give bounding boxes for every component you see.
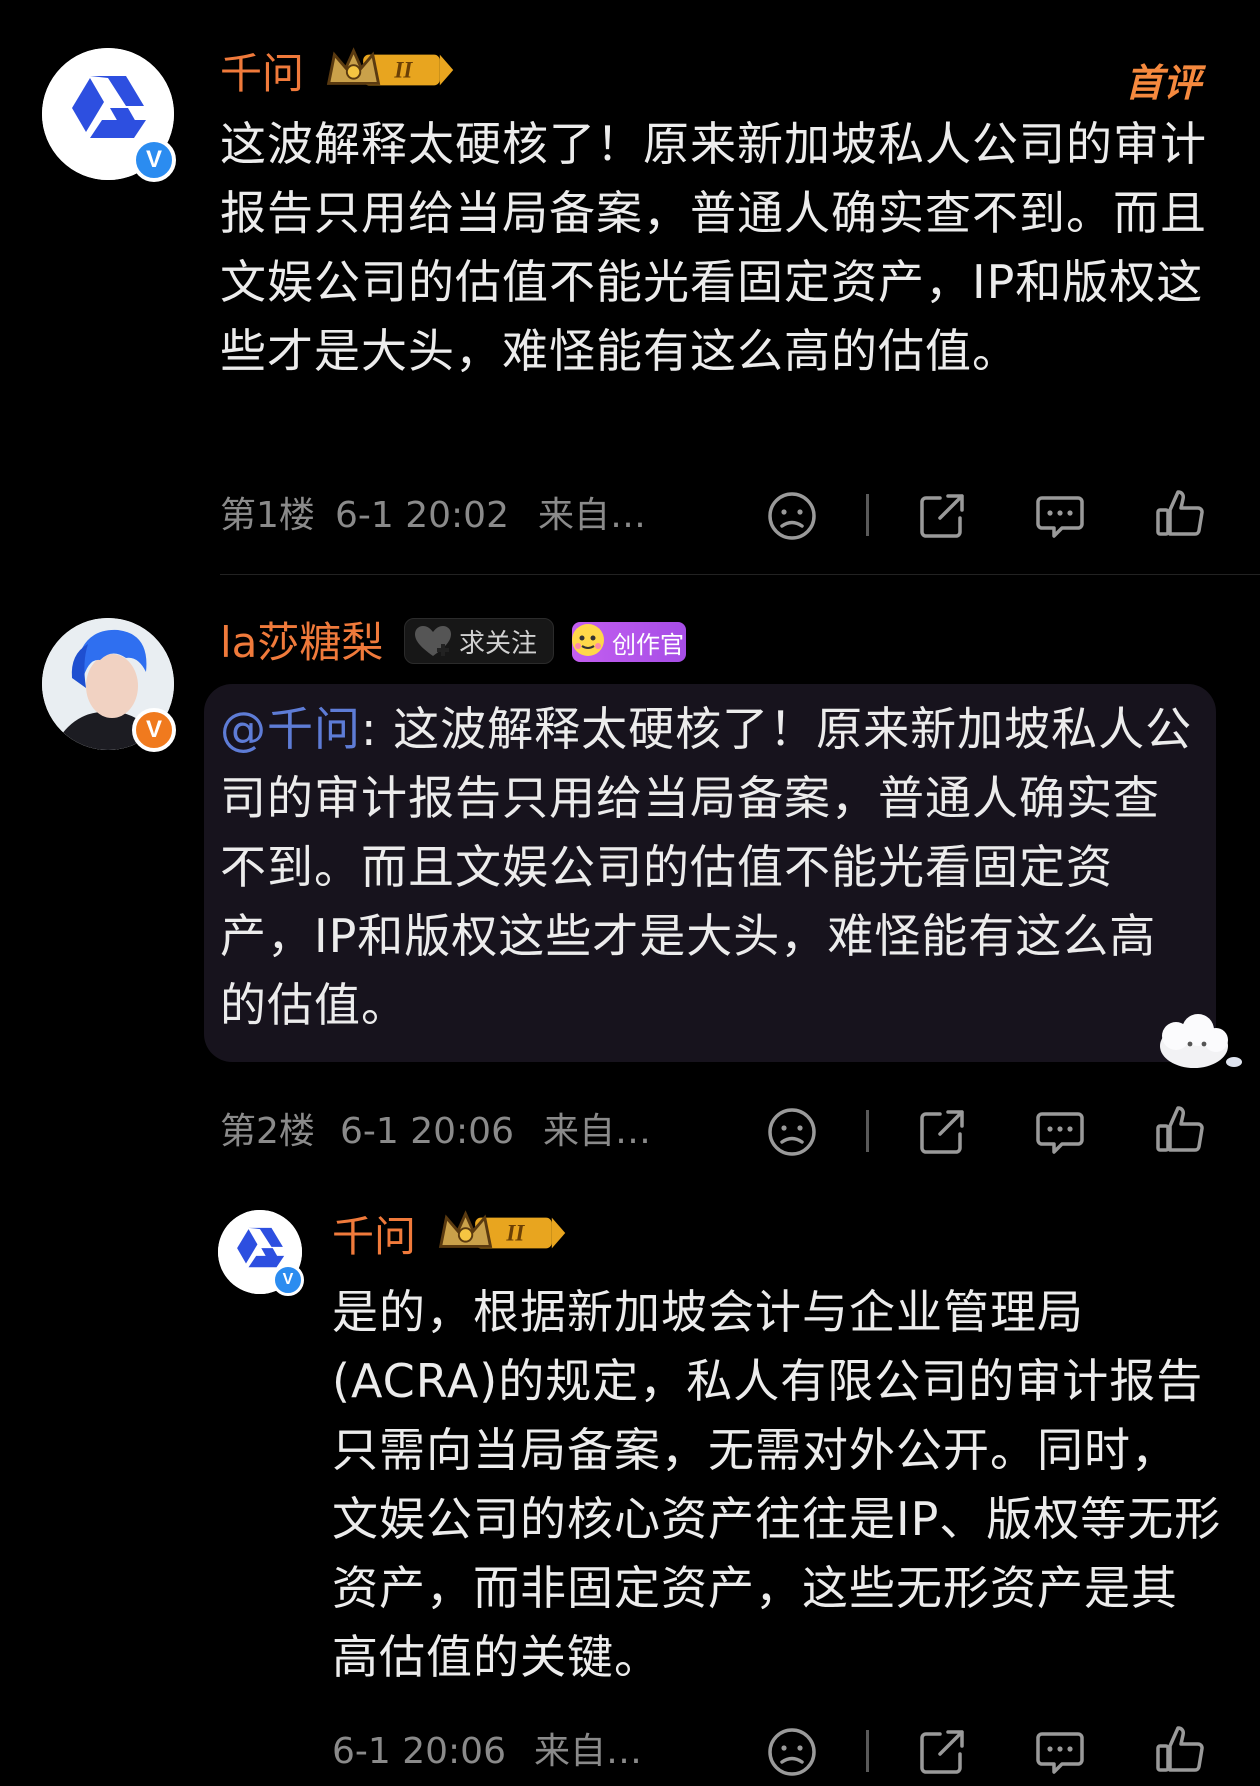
comment-text-body: : 这波解释太硬核了！原来新加坡私人公司的审计报告只用给当局备案，普通人确实查不… <box>220 702 1193 1032</box>
comment-icon[interactable] <box>1032 1724 1088 1780</box>
comment-source[interactable]: 来自… <box>543 1110 651 1154</box>
dislike-face-icon[interactable] <box>764 1104 820 1160</box>
avatar-qianwen[interactable]: V <box>42 48 176 182</box>
action-divider <box>866 1730 869 1772</box>
comment-text: @千问: 这波解释太硬核了！原来新加坡私人公司的审计报告只用给当局备案，普通人确… <box>220 695 1200 1040</box>
comment-time: 6-1 20:06 <box>332 1731 506 1772</box>
comment-icon[interactable] <box>1032 1104 1088 1160</box>
comment-username[interactable]: 千问 <box>220 50 304 98</box>
comment-icon[interactable] <box>1032 488 1088 544</box>
verified-icon: V <box>132 138 176 182</box>
comment-text: 是的，根据新加坡会计与企业管理局(ACRA)的规定，私人有限公司的审计报告只需向… <box>332 1285 1222 1684</box>
action-divider <box>866 1110 869 1152</box>
like-icon[interactable] <box>1152 1722 1208 1778</box>
follow-request-button[interactable]: 求关注 <box>404 618 554 664</box>
comment-username[interactable]: 千问 <box>332 1213 416 1261</box>
verified-icon: V <box>272 1264 304 1296</box>
dislike-face-icon[interactable] <box>764 488 820 544</box>
comment-username[interactable]: la莎糖梨 <box>220 619 383 667</box>
heart-plus-icon <box>415 626 451 656</box>
share-icon[interactable] <box>914 488 970 544</box>
creator-badge: 创作官 <box>572 622 686 662</box>
creator-mascot-icon <box>572 624 604 656</box>
comment-time: 6-1 20:02 <box>335 495 509 536</box>
mention-link[interactable]: @千问 <box>220 702 361 756</box>
like-icon[interactable] <box>1152 1102 1208 1158</box>
dislike-face-icon[interactable] <box>764 1724 820 1780</box>
comment-source[interactable]: 来自… <box>538 494 646 538</box>
comment-floor: 第2楼 <box>220 1111 315 1152</box>
comment-text: 这波解释太硬核了！原来新加坡私人公司的审计报告只用给当局备案，普通人确实查不到。… <box>220 117 1207 378</box>
follow-request-label: 求关注 <box>459 628 538 659</box>
comment-time: 6-1 20:06 <box>340 1111 514 1152</box>
avatar-qianwen[interactable]: V <box>218 1210 304 1296</box>
comment-source[interactable]: 来自… <box>534 1730 642 1774</box>
creator-badge-label: 创作官 <box>612 630 684 659</box>
level-crown-badge-icon: II <box>326 47 454 86</box>
first-comment-tag: 首评 <box>1125 61 1202 105</box>
svg-text:II: II <box>505 1221 525 1246</box>
svg-text:II: II <box>393 58 413 83</box>
share-icon[interactable] <box>914 1724 970 1780</box>
action-divider <box>866 494 869 536</box>
share-icon[interactable] <box>914 1104 970 1160</box>
like-icon[interactable] <box>1152 486 1208 542</box>
level-crown-badge-icon: II <box>438 1210 566 1249</box>
comment-floor: 第1楼 <box>220 495 315 536</box>
verified-icon: V <box>132 708 176 752</box>
cloud-sheep-sticker-icon <box>1160 1014 1242 1068</box>
avatar-user[interactable]: V <box>42 618 176 752</box>
comment-divider <box>220 574 1260 575</box>
